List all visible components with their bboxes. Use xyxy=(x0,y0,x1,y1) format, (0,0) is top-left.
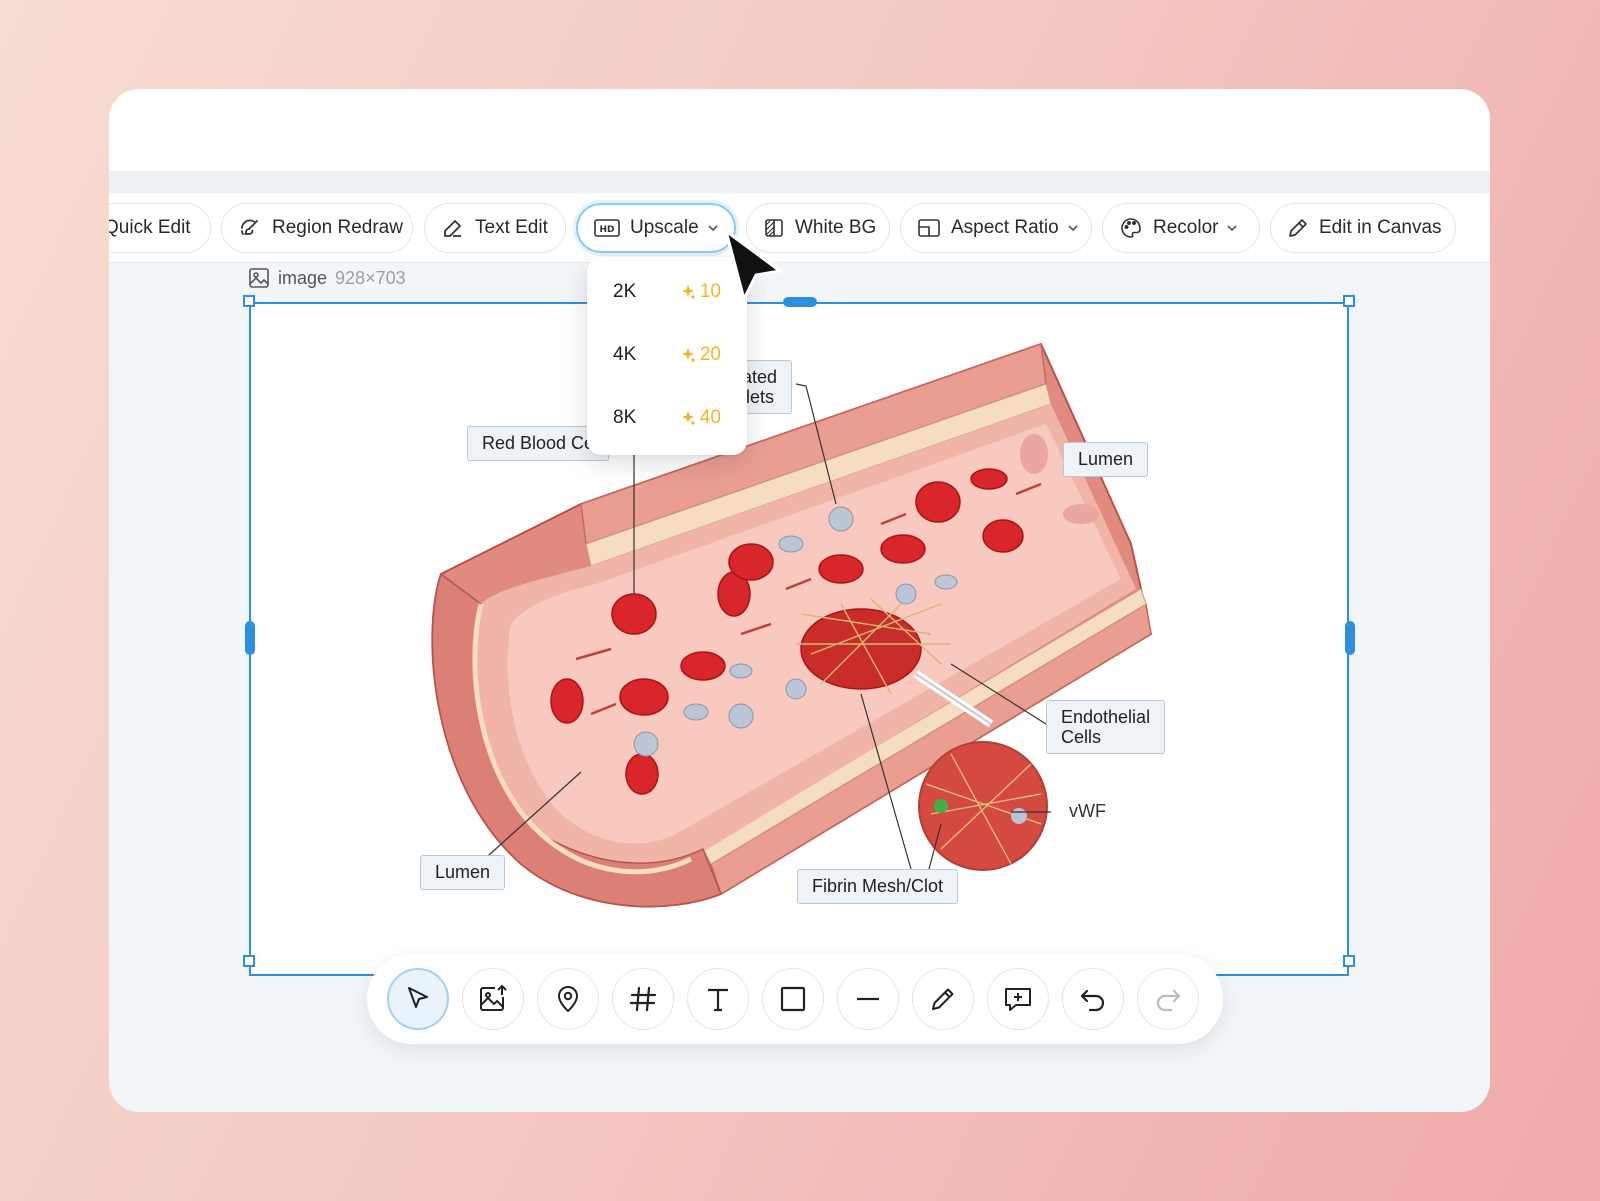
upscale-option-label: 2K xyxy=(613,281,637,302)
cursor-arrow-icon xyxy=(408,987,428,1008)
callout-fibrin-mesh: Fibrin Mesh/Clot xyxy=(797,869,959,904)
edit-in-canvas-label: Edit in Canvas xyxy=(1319,217,1442,238)
redo-icon xyxy=(1156,989,1181,1012)
text-edit-button[interactable]: Text Edit xyxy=(424,203,566,253)
resize-handle-bottom-right[interactable] xyxy=(1343,955,1355,967)
chevron-down-icon xyxy=(708,225,718,232)
pencil-tool-button[interactable] xyxy=(912,968,974,1030)
app-window: Quick Edit Region Redraw Text Edit HD Up… xyxy=(109,89,1490,1112)
upscale-option-label: 8K xyxy=(613,407,637,428)
edit-toolbar: Quick Edit Region Redraw Text Edit HD Up… xyxy=(109,193,1490,263)
mouse-cursor-icon xyxy=(724,229,782,301)
chevron-down-icon xyxy=(1227,225,1238,232)
upscale-option-cost: 20 xyxy=(680,344,721,366)
upscale-button[interactable]: HD Upscale xyxy=(576,203,736,253)
aspect-ratio-button[interactable]: Aspect Ratio xyxy=(900,203,1092,253)
callout-lumen-right-text: Lumen xyxy=(1078,449,1134,469)
quick-edit-label: Quick Edit xyxy=(109,217,191,238)
resize-handle-top[interactable] xyxy=(783,297,817,307)
resize-handle-top-left[interactable] xyxy=(243,295,255,307)
recolor-button[interactable]: Recolor xyxy=(1102,203,1260,253)
pencil-icon xyxy=(932,988,954,1010)
upscale-label: Upscale xyxy=(630,217,699,238)
chevron-down-icon xyxy=(1068,225,1078,232)
aspect-ratio-icon xyxy=(918,219,940,237)
callout-lumen-left: Lumen xyxy=(420,855,506,890)
vwf-label: vWF xyxy=(1069,801,1106,821)
recolor-label: Recolor xyxy=(1153,217,1219,238)
pin-tool-button[interactable] xyxy=(537,968,599,1030)
region-redraw-label: Region Redraw xyxy=(272,217,403,238)
undo-icon xyxy=(1080,989,1105,1012)
upscale-option-cost: 10 xyxy=(680,281,721,303)
upscale-option-cost-value: 40 xyxy=(699,407,721,428)
region-redraw-button[interactable]: Region Redraw xyxy=(221,203,413,253)
upscale-option-cost-value: 10 xyxy=(699,281,721,302)
minus-icon xyxy=(857,997,879,1001)
canvas-tools-bar xyxy=(367,954,1223,1044)
pencil-icon xyxy=(444,220,461,237)
svg-text:HD: HD xyxy=(599,225,614,235)
rectangle-tool-button[interactable] xyxy=(762,968,824,1030)
image-meta: image 928×703 xyxy=(248,264,406,292)
upscale-option-label: 4K xyxy=(613,344,637,365)
redo-button[interactable] xyxy=(1137,968,1199,1030)
brush-refresh-icon xyxy=(241,219,258,235)
resize-handle-left[interactable] xyxy=(245,621,255,655)
callout-endothelial-line1: Endothelial xyxy=(1061,707,1151,727)
aspect-ratio-label: Aspect Ratio xyxy=(951,217,1059,238)
callout-lumen-left-text: Lumen xyxy=(435,862,491,882)
undo-button[interactable] xyxy=(1062,968,1124,1030)
image-icon xyxy=(249,268,269,288)
image-upload-icon xyxy=(480,984,507,1011)
select-tool-button[interactable] xyxy=(387,968,449,1030)
callout-fibrin-mesh-text: Fibrin Mesh/Clot xyxy=(812,876,944,896)
square-icon xyxy=(780,986,806,1012)
hash-icon xyxy=(629,986,657,1012)
sparkle-icon xyxy=(681,348,695,362)
comment-tool-button[interactable] xyxy=(987,968,1049,1030)
title-bar xyxy=(109,89,1490,171)
text-tool-button[interactable] xyxy=(687,968,749,1030)
edit-in-canvas-button[interactable]: Edit in Canvas xyxy=(1270,203,1456,253)
upscale-option-8k[interactable]: 8K 40 xyxy=(587,398,747,438)
pen-icon xyxy=(1289,219,1307,237)
white-bg-label: White BG xyxy=(795,217,877,238)
comment-plus-icon xyxy=(1005,988,1031,1011)
upscale-option-cost-value: 20 xyxy=(699,344,721,365)
callout-endothelial-cells: Endothelial Cells xyxy=(1046,700,1166,754)
resize-handle-top-right[interactable] xyxy=(1343,295,1355,307)
text-t-icon xyxy=(708,988,728,1012)
upscale-option-cost: 40 xyxy=(680,407,721,429)
sparkle-icon xyxy=(681,285,695,299)
image-name: image xyxy=(278,267,328,288)
callout-lumen-right: Lumen xyxy=(1063,442,1149,477)
line-tool-button[interactable] xyxy=(837,968,899,1030)
sparkle-icon xyxy=(681,411,695,425)
location-pin-icon xyxy=(557,986,579,1013)
resize-handle-bottom-left[interactable] xyxy=(243,955,255,967)
palette-icon xyxy=(1121,218,1141,238)
hd-icon: HD xyxy=(594,219,620,237)
header-strip xyxy=(109,171,1490,193)
upscale-option-4k[interactable]: 4K 20 xyxy=(587,335,747,375)
callout-endothelial-line2: Cells xyxy=(1061,727,1102,747)
callout-red-blood-cells-text: Red Blood Ce xyxy=(482,433,595,453)
text-edit-label: Text Edit xyxy=(475,217,548,238)
image-dimensions: 928×703 xyxy=(335,267,406,288)
grid-tool-button[interactable] xyxy=(612,968,674,1030)
add-image-button[interactable] xyxy=(462,968,524,1030)
resize-handle-right[interactable] xyxy=(1345,621,1355,655)
quick-edit-button[interactable]: Quick Edit xyxy=(109,203,211,253)
selected-image[interactable]: Red Blood Ce rated elets Lumen Endotheli… xyxy=(249,302,1349,976)
